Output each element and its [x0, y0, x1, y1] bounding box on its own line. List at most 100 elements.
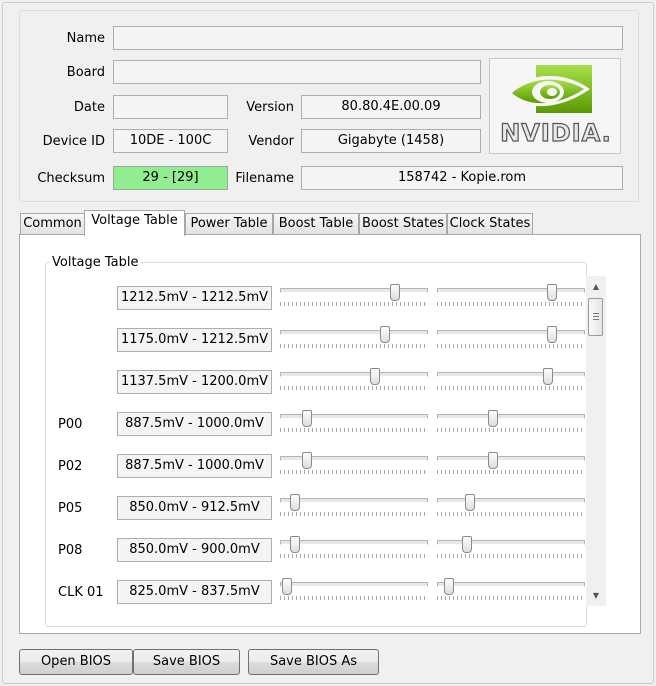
slider-ticks	[437, 344, 585, 348]
voltage-row-label: P02	[58, 459, 83, 474]
scroll-down-icon[interactable]: ▼	[586, 587, 606, 604]
checksum-field[interactable]: 29 - [29]	[113, 166, 228, 190]
slider-ticks	[437, 428, 585, 432]
slider-ticks	[437, 470, 585, 474]
tab-boost-states[interactable]: Boost States	[359, 213, 447, 234]
filename-field[interactable]: 158742 - Kopie.rom	[301, 166, 623, 190]
slider-ticks	[280, 302, 428, 306]
voltage-min-slider[interactable]	[280, 410, 428, 436]
slider-thumb[interactable]	[547, 326, 558, 343]
tab-voltage-table[interactable]: Voltage Table	[84, 210, 185, 236]
voltage-range-field[interactable]: 850.0mV - 900.0mV	[117, 538, 272, 562]
slider-thumb[interactable]	[289, 494, 300, 511]
slider-track	[280, 540, 428, 545]
voltage-max-slider[interactable]	[437, 368, 585, 394]
slider-thumb[interactable]	[301, 452, 312, 469]
voltage-range-field[interactable]: 1212.5mV - 1212.5mV	[117, 286, 272, 310]
open-bios-button[interactable]: Open BIOS	[19, 649, 133, 675]
voltage-range-field[interactable]: 887.5mV - 1000.0mV	[117, 412, 272, 436]
date-label: Date	[73, 100, 105, 115]
voltage-max-slider[interactable]	[437, 326, 585, 352]
slider-ticks	[280, 428, 428, 432]
tab-common[interactable]: Common	[20, 213, 85, 234]
voltage-table-title: Voltage Table	[50, 255, 141, 270]
slider-ticks	[280, 470, 428, 474]
slider-thumb[interactable]	[461, 536, 472, 553]
board-field[interactable]	[113, 60, 481, 84]
slider-track	[280, 582, 428, 587]
voltage-range-field[interactable]: 887.5mV - 1000.0mV	[117, 454, 272, 478]
voltage-min-slider[interactable]	[280, 368, 428, 394]
voltage-min-slider[interactable]	[280, 578, 428, 604]
vendor-field[interactable]: Gigabyte (1458)	[301, 129, 481, 153]
voltage-min-slider[interactable]	[280, 494, 428, 520]
voltage-min-slider[interactable]	[280, 326, 428, 352]
nvidia-logo: NVIDIA.	[489, 58, 621, 154]
slider-ticks	[280, 386, 428, 390]
save-bios-as-button[interactable]: Save BIOS As	[248, 649, 379, 675]
slider-ticks	[437, 554, 585, 558]
device-id-label: Device ID	[42, 134, 105, 149]
voltage-range-field[interactable]: 1175.0mV - 1212.5mV	[117, 328, 272, 352]
voltage-range-field[interactable]: 825.0mV - 837.5mV	[117, 580, 272, 604]
voltage-min-slider[interactable]	[280, 284, 428, 310]
slider-thumb[interactable]	[390, 284, 401, 301]
slider-ticks	[437, 302, 585, 306]
tab-boost-table[interactable]: Boost Table	[273, 213, 359, 234]
voltage-max-slider[interactable]	[437, 284, 585, 310]
scrollbar-thumb[interactable]	[588, 298, 603, 336]
slider-thumb[interactable]	[547, 284, 558, 301]
slider-track	[437, 456, 585, 461]
filename-label: Filename	[235, 171, 294, 186]
version-field[interactable]: 80.80.4E.00.09	[301, 95, 481, 119]
slider-track	[280, 288, 428, 293]
slider-track	[437, 582, 585, 587]
board-label: Board	[66, 65, 105, 80]
device-id-field[interactable]: 10DE - 100C	[113, 129, 228, 153]
tab-clock-states[interactable]: Clock States	[447, 213, 533, 234]
nvidia-wordmark: NVIDIA.	[500, 118, 612, 147]
name-field[interactable]	[113, 26, 623, 50]
voltage-table-scrollbar[interactable]: ▲ ▼	[586, 276, 606, 606]
voltage-range-field[interactable]: 850.0mV - 912.5mV	[117, 496, 272, 520]
voltage-range-field[interactable]: 1137.5mV - 1200.0mV	[117, 370, 272, 394]
slider-thumb[interactable]	[464, 494, 475, 511]
voltage-row-label: P08	[58, 543, 83, 558]
tab-power-table[interactable]: Power Table	[185, 213, 273, 234]
save-bios-button[interactable]: Save BIOS	[133, 649, 240, 675]
voltage-min-slider[interactable]	[280, 536, 428, 562]
slider-thumb[interactable]	[443, 578, 454, 595]
slider-thumb[interactable]	[488, 452, 499, 469]
slider-ticks	[437, 386, 585, 390]
voltage-max-slider[interactable]	[437, 494, 585, 520]
slider-ticks	[280, 512, 428, 516]
voltage-table-group	[45, 262, 587, 627]
voltage-max-slider[interactable]	[437, 578, 585, 604]
voltage-row-label: P05	[58, 501, 83, 516]
slider-thumb[interactable]	[282, 578, 293, 595]
slider-thumb[interactable]	[301, 410, 312, 427]
scroll-up-icon[interactable]: ▲	[586, 278, 606, 295]
voltage-max-slider[interactable]	[437, 410, 585, 436]
date-field[interactable]	[113, 95, 228, 119]
version-label: Version	[246, 100, 294, 115]
slider-track	[437, 540, 585, 545]
slider-thumb[interactable]	[488, 410, 499, 427]
slider-ticks	[280, 344, 428, 348]
slider-thumb[interactable]	[543, 368, 553, 385]
slider-ticks	[437, 512, 585, 516]
slider-thumb[interactable]	[289, 536, 300, 553]
voltage-min-slider[interactable]	[280, 452, 428, 478]
voltage-max-slider[interactable]	[437, 452, 585, 478]
slider-track	[437, 372, 585, 377]
name-label: Name	[66, 31, 105, 46]
slider-ticks	[437, 596, 585, 600]
voltage-max-slider[interactable]	[437, 536, 585, 562]
slider-ticks	[280, 596, 428, 600]
slider-track	[280, 330, 428, 335]
slider-track	[437, 288, 585, 293]
vendor-label: Vendor	[248, 134, 294, 149]
voltage-row-label: P00	[58, 417, 83, 432]
slider-thumb[interactable]	[380, 326, 391, 343]
slider-thumb[interactable]	[369, 368, 380, 385]
